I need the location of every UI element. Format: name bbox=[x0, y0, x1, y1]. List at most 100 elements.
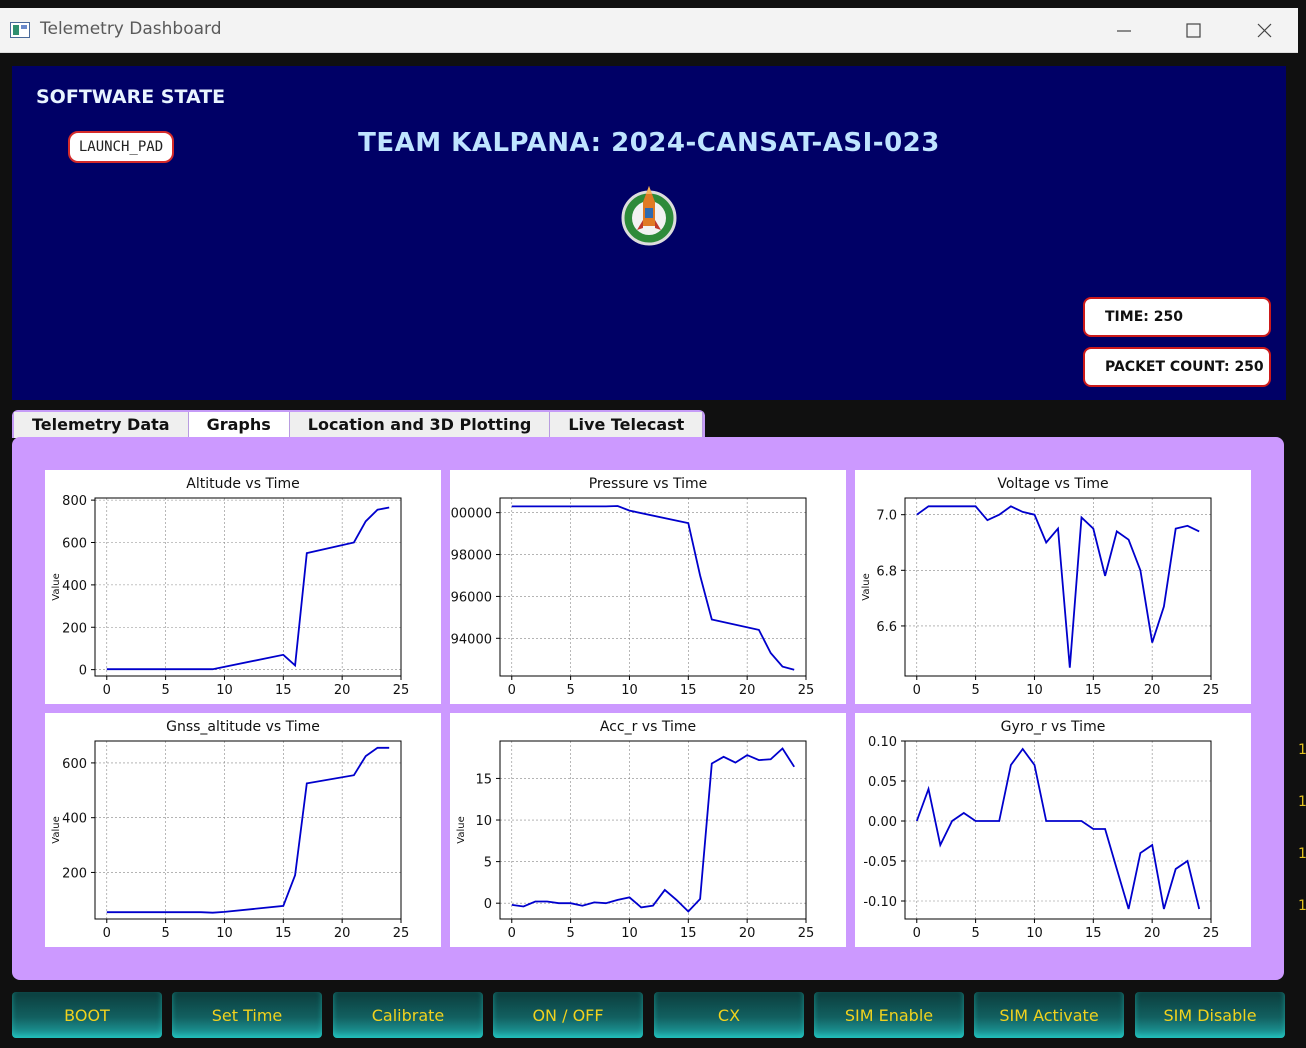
header-panel: SOFTWARE STATE LAUNCH_PAD TEAM KALPANA: … bbox=[12, 66, 1286, 400]
y-tick-label: 0.00 bbox=[868, 815, 897, 830]
y-tick-label: 600 bbox=[62, 757, 87, 772]
x-tick-label: 25 bbox=[1203, 926, 1220, 941]
packet-count-badge: PACKET COUNT: 250 bbox=[1083, 347, 1271, 387]
y-tick-label: 0 bbox=[484, 897, 492, 912]
x-tick-label: 20 bbox=[739, 926, 756, 941]
window-titlebar: Telemetry Dashboard bbox=[0, 8, 1298, 53]
x-tick-label: 25 bbox=[1203, 683, 1220, 698]
time-badge: TIME: 250 bbox=[1083, 297, 1271, 337]
side-fragment: 1 bbox=[1298, 742, 1306, 758]
y-tick-label: 94000 bbox=[451, 632, 492, 647]
acc-r-chart: Acc_r vs Time 0 5 10 15 20 25 15 10 5 0 Value bbox=[450, 713, 846, 947]
x-tick-label: 10 bbox=[216, 926, 233, 941]
tab-location-3d-plotting[interactable]: Location and 3D Plotting bbox=[289, 412, 551, 438]
set-time-button[interactable]: Set Time bbox=[172, 992, 322, 1038]
y-tick-label: 400 bbox=[62, 812, 87, 827]
plot-frame bbox=[499, 497, 807, 677]
series-line bbox=[106, 506, 390, 671]
x-tick-label: 0 bbox=[508, 683, 516, 698]
software-state-label: SOFTWARE STATE bbox=[36, 86, 226, 108]
y-tick-label: 200 bbox=[62, 866, 87, 881]
cx-button[interactable]: CX bbox=[654, 992, 804, 1038]
x-tick-label: 0 bbox=[103, 683, 111, 698]
gyro-r-chart: Gyro_r vs Time 0 5 10 15 20 25 0.10 0.05 0.00 -0.… bbox=[855, 713, 1251, 947]
tab-live-telecast[interactable]: Live Telecast bbox=[550, 412, 704, 438]
y-tick-label: 0.10 bbox=[868, 735, 897, 750]
series-line bbox=[511, 505, 795, 671]
voltage-chart: Voltage vs Time 0 5 10 15 20 25 7.0 6.8 6.6 Value bbox=[855, 470, 1251, 704]
x-tick-label: 10 bbox=[621, 926, 638, 941]
plot-frame bbox=[94, 497, 402, 677]
team-title: TEAM KALPANA: 2024-CANSAT-ASI-023 bbox=[358, 128, 940, 158]
plot-frame bbox=[94, 740, 402, 920]
plot-frame bbox=[499, 740, 807, 920]
x-tick-label: 25 bbox=[798, 683, 815, 698]
y-tick-label: 0.05 bbox=[868, 775, 897, 790]
x-tick-label: 0 bbox=[508, 926, 516, 941]
minimize-button[interactable] bbox=[1104, 17, 1144, 45]
y-axis-label: Value bbox=[51, 816, 62, 843]
pressure-chart: Pressure vs Time 0 5 10 15 20 25 00000 98000 960… bbox=[450, 470, 846, 704]
y-tick-label: -0.05 bbox=[863, 855, 897, 870]
x-tick-label: 15 bbox=[275, 683, 292, 698]
x-tick-label: 5 bbox=[971, 683, 979, 698]
x-tick-label: 5 bbox=[161, 683, 169, 698]
y-tick-label: 600 bbox=[62, 537, 87, 552]
graphs-panel: Altitude vs Time 0 5 10 15 20 25 0 200 400 600 800… bbox=[12, 437, 1284, 980]
tab-bar: Telemetry Data Graphs Location and 3D Pl… bbox=[12, 410, 706, 438]
y-axis-label: Value bbox=[861, 573, 872, 600]
on-off-button[interactable]: ON / OFF bbox=[493, 992, 643, 1038]
plot-frame bbox=[904, 740, 1212, 920]
sim-disable-button[interactable]: SIM Disable bbox=[1135, 992, 1285, 1038]
side-fragment: 1 bbox=[1298, 898, 1306, 914]
chart-svg: 0 5 10 15 20 25 0 200 400 600 800 Value bbox=[51, 494, 410, 698]
chart-svg: 0 5 10 15 20 25 15 10 5 0 Value bbox=[456, 740, 814, 941]
sim-activate-button[interactable]: SIM Activate bbox=[974, 992, 1124, 1038]
x-tick-label: 15 bbox=[680, 683, 697, 698]
x-tick-label: 25 bbox=[393, 926, 410, 941]
y-tick-label: 6.8 bbox=[876, 564, 897, 579]
sim-enable-button[interactable]: SIM Enable bbox=[814, 992, 964, 1038]
x-tick-label: 5 bbox=[971, 926, 979, 941]
chart-svg: 0 5 10 15 20 25 7.0 6.8 6.6 Value bbox=[861, 497, 1220, 698]
x-tick-label: 20 bbox=[1144, 683, 1161, 698]
chart-svg: 0 5 10 15 20 25 00000 98000 96000 94000 bbox=[451, 497, 815, 698]
x-tick-label: 20 bbox=[1144, 926, 1161, 941]
x-tick-label: 10 bbox=[1026, 683, 1043, 698]
y-tick-label: 200 bbox=[62, 621, 87, 636]
maximize-button[interactable] bbox=[1173, 17, 1213, 45]
altitude-chart: Altitude vs Time 0 5 10 15 20 25 0 200 400 600 800… bbox=[45, 470, 441, 704]
x-tick-label: 10 bbox=[216, 683, 233, 698]
x-tick-label: 5 bbox=[566, 926, 574, 941]
y-tick-label: 7.0 bbox=[876, 509, 897, 524]
team-logo bbox=[621, 186, 677, 246]
y-tick-label: 5 bbox=[484, 856, 492, 871]
calibrate-button[interactable]: Calibrate bbox=[333, 992, 483, 1038]
boot-button[interactable]: BOOT bbox=[12, 992, 162, 1038]
tab-telemetry-data[interactable]: Telemetry Data bbox=[14, 412, 189, 438]
x-tick-label: 20 bbox=[739, 683, 756, 698]
x-tick-label: 0 bbox=[913, 683, 921, 698]
y-tick-label: -0.10 bbox=[863, 895, 897, 910]
y-axis-label: Value bbox=[51, 573, 62, 600]
window-title: Telemetry Dashboard bbox=[40, 19, 222, 39]
y-tick-label: 0 bbox=[79, 664, 87, 679]
y-tick-label: 400 bbox=[62, 579, 87, 594]
chart-svg: 0 5 10 15 20 25 0.10 0.05 0.00 -0.05 -0.10 bbox=[863, 735, 1220, 941]
app-icon bbox=[10, 22, 30, 38]
x-tick-label: 0 bbox=[103, 926, 111, 941]
series-line bbox=[915, 747, 1201, 910]
y-tick-label: 15 bbox=[475, 772, 492, 787]
series-line bbox=[106, 746, 390, 914]
tab-graphs[interactable]: Graphs bbox=[188, 412, 290, 438]
x-tick-label: 0 bbox=[913, 926, 921, 941]
y-tick-label: 98000 bbox=[451, 549, 492, 564]
close-button[interactable] bbox=[1244, 17, 1284, 45]
x-tick-label: 10 bbox=[1026, 926, 1043, 941]
y-tick-label: 10 bbox=[475, 814, 492, 829]
side-fragment: 1 bbox=[1298, 846, 1306, 862]
x-tick-label: 20 bbox=[334, 926, 351, 941]
series-line bbox=[511, 747, 795, 913]
x-tick-label: 25 bbox=[393, 683, 410, 698]
x-tick-label: 15 bbox=[680, 926, 697, 941]
